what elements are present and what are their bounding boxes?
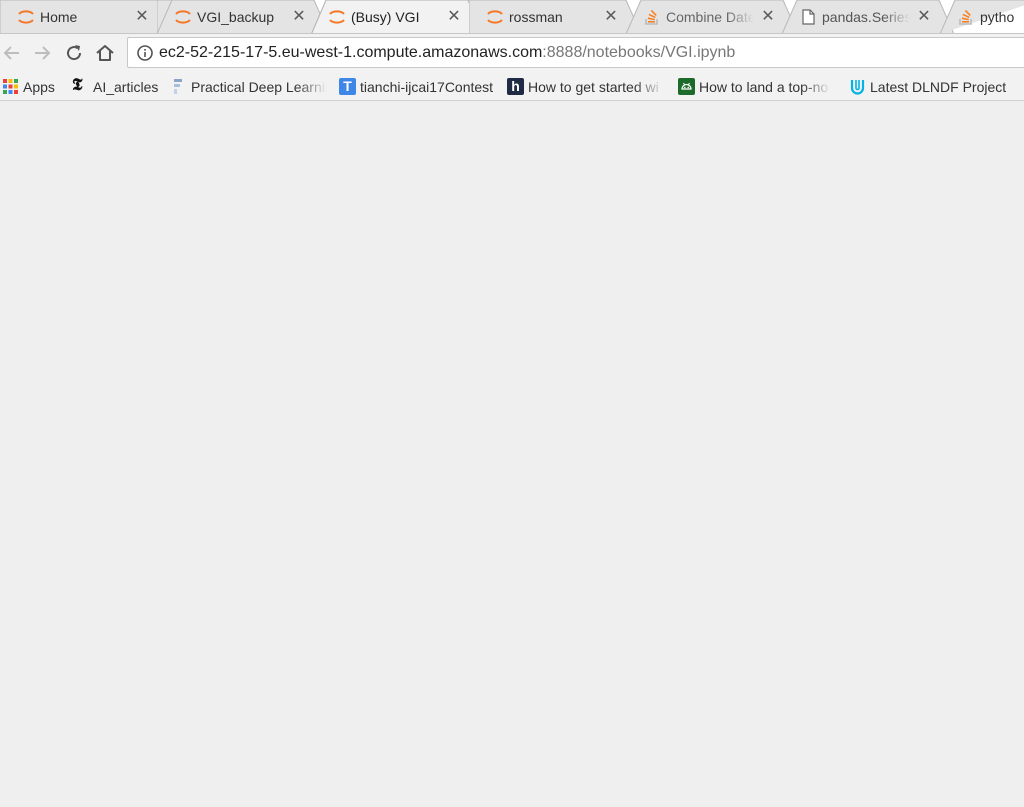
- tianchi-icon: T: [339, 78, 356, 95]
- bookmark-apps[interactable]: Apps: [2, 76, 62, 96]
- bookmarks-bar: Apps 𝕿 AI_articles Practical Deep Learni…: [0, 71, 1024, 101]
- bookmark-practical-deep-learning[interactable]: Practical Deep Learnin: [170, 76, 330, 96]
- bookmark-label: Latest DLNDF Project: [870, 79, 1007, 95]
- tab-strip: Home ✕ VGI_backup ✕ (Busy) VGI ✕ rossman…: [0, 0, 1024, 34]
- address-bar[interactable]: ec2-52-215-17-5.eu-west-1.compute.amazon…: [127, 37, 1024, 68]
- fastai-icon: [170, 78, 187, 95]
- jupyter-icon: [174, 8, 192, 26]
- jupyter-icon: [328, 8, 346, 26]
- udacity-icon: [849, 78, 866, 95]
- tab-busy-vgi[interactable]: (Busy) VGI ✕: [311, 0, 483, 33]
- tab-title: Combine Date: [666, 9, 754, 25]
- tab-title: pytho: [980, 9, 1015, 25]
- bookmark-label: How to land a top-no: [699, 79, 829, 95]
- close-icon[interactable]: ✕: [602, 7, 620, 25]
- bookmark-how-to-get-started[interactable]: h How to get started wi: [507, 76, 667, 96]
- tab-rossman[interactable]: rossman ✕: [469, 0, 641, 33]
- reload-icon: [67, 45, 82, 61]
- back-button[interactable]: [0, 41, 24, 65]
- tab-title: rossman: [509, 9, 563, 25]
- tab-home[interactable]: Home ✕: [0, 0, 172, 33]
- forward-arrow-icon: [35, 46, 51, 60]
- close-icon[interactable]: ✕: [290, 7, 308, 25]
- home-button[interactable]: [93, 41, 117, 65]
- close-icon[interactable]: ✕: [133, 7, 151, 25]
- document-icon: [799, 8, 817, 26]
- hashnode-icon: h: [507, 78, 524, 95]
- tab-title: VGI_backup: [197, 9, 275, 25]
- bookmark-label: How to get started wi: [528, 79, 659, 95]
- tab-title: (Busy) VGI: [351, 9, 420, 25]
- nytimes-icon: 𝕿: [72, 75, 83, 95]
- url-host: ec2-52-215-17-5.eu-west-1.compute.amazon…: [159, 44, 543, 61]
- close-icon[interactable]: ✕: [915, 7, 933, 25]
- stackoverflow-icon: [957, 8, 975, 26]
- tab-title: pandas.Series.: [822, 9, 910, 25]
- bookmark-ai-articles[interactable]: 𝕿 AI_articles: [72, 76, 162, 96]
- close-icon[interactable]: ✕: [445, 7, 463, 25]
- tab-python[interactable]: pytho: [940, 0, 1024, 33]
- android-icon: [678, 78, 695, 95]
- close-icon[interactable]: ✕: [759, 7, 777, 25]
- stackoverflow-icon: [643, 8, 661, 26]
- info-icon[interactable]: [136, 44, 154, 62]
- home-icon: [96, 45, 114, 61]
- url-text: ec2-52-215-17-5.eu-west-1.compute.amazon…: [159, 44, 735, 62]
- bookmark-label: Practical Deep Learnin: [191, 79, 327, 95]
- bookmark-label: tianchi-ijcai17Contest: [360, 79, 494, 95]
- jupyter-icon: [17, 8, 35, 26]
- bookmark-latest-dlndf[interactable]: Latest DLNDF Project: [849, 76, 1019, 96]
- tab-vgi-backup[interactable]: VGI_backup ✕: [157, 0, 329, 33]
- url-path: :8888/notebooks/VGI.ipynb: [542, 44, 736, 61]
- tab-combine-date[interactable]: Combine Date ✕: [626, 0, 798, 33]
- jupyter-icon: [486, 8, 504, 26]
- apps-grid-icon: [2, 78, 19, 95]
- bookmark-label: AI_articles: [93, 79, 159, 95]
- bookmark-label: Apps: [23, 79, 55, 95]
- bookmark-tianchi[interactable]: T tianchi-ijcai17Contest: [339, 76, 499, 96]
- tab-pandas-series[interactable]: pandas.Series. ✕: [782, 0, 954, 33]
- bookmark-how-to-land[interactable]: How to land a top-no: [678, 76, 838, 96]
- page-content: [0, 101, 1024, 807]
- tab-title: Home: [40, 9, 78, 25]
- reload-button[interactable]: [62, 41, 86, 65]
- forward-button[interactable]: [30, 41, 54, 65]
- back-arrow-icon: [3, 46, 19, 60]
